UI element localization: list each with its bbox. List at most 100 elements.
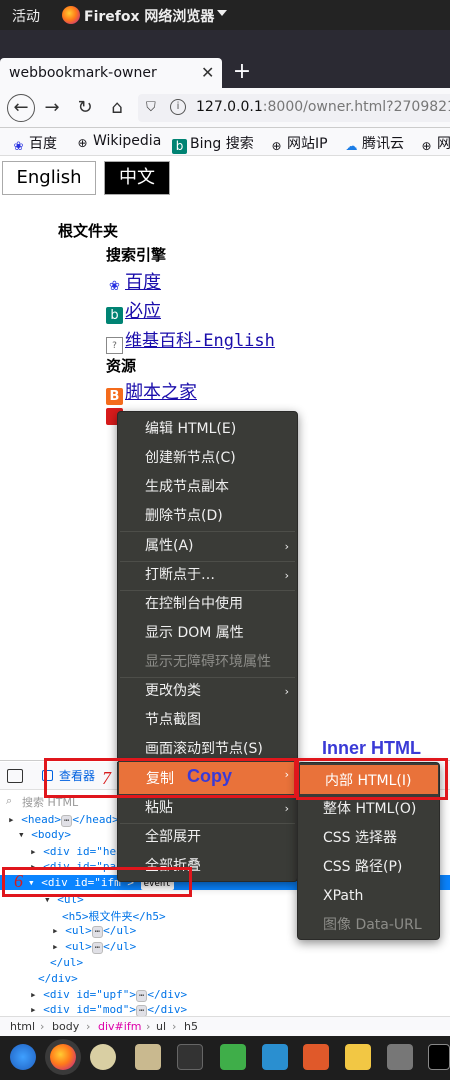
- system-monitor-icon[interactable]: [177, 1044, 203, 1070]
- reload-icon[interactable]: ↻: [74, 97, 96, 119]
- url-text[interactable]: 127.0.0.1:8000/owner.html?2709821b: [196, 99, 450, 115]
- new-tab-button[interactable]: +: [229, 58, 255, 86]
- chevron-right-icon: ›: [284, 685, 289, 698]
- bookmark-site-ip[interactable]: ⊕ 网站IP: [269, 133, 327, 154]
- tab-webbookmark-owner[interactable]: webbookmark-owner ✕: [0, 58, 222, 88]
- menu-item-image-data-url: 图像 Data-URL: [323, 917, 422, 933]
- activities-button[interactable]: 活动: [12, 6, 40, 26]
- menu-item-css-path[interactable]: CSS 路径(P): [298, 853, 439, 882]
- paw-icon: ❀: [109, 279, 120, 294]
- menu-item-paste[interactable]: 粘贴 ›: [118, 794, 297, 823]
- taskbar: [0, 1036, 450, 1080]
- chevron-right-icon: ›: [284, 569, 289, 582]
- menu-item-duplicate-node[interactable]: 生成节点副本: [118, 473, 297, 502]
- context-menu: 编辑 HTML(E) 创建新节点(C) 生成节点副本 删除节点(D) 属性(A)…: [117, 411, 298, 763]
- firefox-icon[interactable]: [50, 1044, 76, 1070]
- forward-arrow-icon[interactable]: →: [41, 97, 63, 119]
- bookmark-baidu[interactable]: ❀ 百度: [11, 133, 57, 154]
- chevron-right-icon: ›: [284, 802, 289, 815]
- menu-item-css-selector[interactable]: CSS 选择器: [298, 824, 439, 853]
- url-bar[interactable]: ⛉ i 127.0.0.1:8000/owner.html?2709821b: [138, 94, 450, 122]
- globe-icon: ⊕: [77, 136, 88, 150]
- search-group-heading: 搜索引擎: [106, 246, 167, 264]
- node-head[interactable]: ▸ <head> ⋯ </head>: [8, 813, 119, 827]
- node-div-upf[interactable]: ▸ <div id="upf"> ⋯ </div>: [30, 988, 187, 1002]
- bing-icon: b: [106, 307, 123, 324]
- highlight-selected-node-box: [2, 867, 192, 897]
- window-titlebar: [0, 30, 450, 58]
- globe-icon: ⊕: [421, 139, 432, 153]
- menu-item-xpath[interactable]: XPath: [298, 882, 439, 911]
- menu-item-delete-node[interactable]: 删除节点(D): [118, 502, 297, 531]
- camera-icon[interactable]: [387, 1044, 413, 1070]
- root-folder-heading: 根文件夹: [58, 222, 119, 240]
- menu-item-show-accessibility: 显示无障碍环境属性: [145, 654, 271, 670]
- bookmarks-toolbar: ❀ 百度 ⊕ Wikipedia b Bing 搜索 ⊕ 网站IP ☁ 腾讯云 ⊕ 网: [0, 128, 450, 156]
- menu-item-screenshot-node[interactable]: 节点截图: [118, 706, 297, 735]
- shield-icon[interactable]: ⛉: [146, 100, 156, 115]
- breadcrumb-body[interactable]: body: [52, 1020, 79, 1033]
- menu-item-edit-html[interactable]: 编辑 HTML(E): [118, 415, 297, 444]
- firefox-icon: [62, 6, 80, 24]
- paw-icon: ❀: [13, 139, 24, 153]
- owl-icon[interactable]: [90, 1044, 116, 1070]
- resources-group-heading: 资源: [106, 357, 137, 375]
- menu-item-attributes[interactable]: 属性(A) ›: [118, 532, 297, 561]
- bing-icon: b: [172, 139, 187, 154]
- chevron-right-icon: ›: [284, 540, 289, 553]
- node-h5[interactable]: <h5>根文件夹</h5>: [62, 908, 166, 924]
- text-editor-icon[interactable]: [345, 1044, 371, 1070]
- close-icon[interactable]: ✕: [201, 63, 214, 82]
- home-icon[interactable]: ⌂: [106, 97, 128, 119]
- link-jb51[interactable]: B 脚本之家: [106, 378, 197, 405]
- bookmark-more[interactable]: ⊕ 网: [419, 133, 450, 154]
- tab-title: webbookmark-owner: [9, 65, 157, 81]
- info-icon[interactable]: i: [170, 99, 186, 115]
- system-top-bar: 活动 Firefox 网络浏览器: [0, 0, 450, 30]
- highlight-copy-box: [44, 758, 297, 798]
- presentation-icon[interactable]: [303, 1044, 329, 1070]
- breadcrumb-h5[interactable]: h5: [184, 1020, 198, 1033]
- globe-icon: ⊕: [271, 139, 282, 153]
- bookmark-tencent-cloud[interactable]: ☁ 腾讯云: [344, 133, 405, 154]
- menu-item-expand-all[interactable]: 全部展开: [118, 823, 297, 852]
- cloud-icon: ☁: [345, 139, 358, 153]
- document-viewer-icon[interactable]: [262, 1044, 288, 1070]
- ubuntu-icon[interactable]: [10, 1044, 36, 1070]
- bookmark-wikipedia[interactable]: ⊕ Wikipedia: [75, 133, 161, 151]
- breadcrumb: html › body › div#ifm › ul › h5: [0, 1016, 450, 1036]
- link-baidu[interactable]: ❀ 百度: [106, 268, 161, 295]
- menu-item-use-in-console[interactable]: 在控制台中使用: [118, 590, 297, 619]
- broken-image-icon: ?: [106, 337, 123, 354]
- node-ul-2[interactable]: ▸ <ul> ⋯ </ul>: [52, 924, 136, 938]
- element-picker-icon[interactable]: [7, 769, 23, 783]
- highlight-inner-html-box: [296, 758, 448, 800]
- node-ul-close: </ul>: [50, 956, 84, 969]
- node-div-mod[interactable]: ▸ <div id="mod"> ⋯ </div>: [30, 1003, 187, 1017]
- link-bing[interactable]: b 必应: [106, 297, 161, 324]
- node-div-close: </div>: [38, 972, 78, 985]
- archive-icon[interactable]: [135, 1044, 161, 1070]
- link-wikipedia-english[interactable]: ? 维基百科-English: [106, 326, 275, 354]
- breadcrumb-ul[interactable]: ul: [156, 1020, 166, 1033]
- menu-item-change-pseudo-class[interactable]: 更改伪类 ›: [118, 677, 297, 706]
- bookmark-bing[interactable]: b Bing 搜索: [172, 133, 254, 154]
- jb51-icon: B: [106, 388, 123, 405]
- chevron-down-icon[interactable]: [217, 10, 227, 16]
- navigation-bar: ← → ↻ ⌂ ⛉ i 127.0.0.1:8000/owner.html?27…: [0, 88, 450, 128]
- breadcrumb-html[interactable]: html: [10, 1020, 35, 1033]
- spreadsheet-icon[interactable]: [220, 1044, 246, 1070]
- menu-item-show-dom-properties[interactable]: 显示 DOM 属性: [118, 619, 297, 648]
- node-ul-3[interactable]: ▸ <ul> ⋯ </ul>: [52, 940, 136, 954]
- annotation-inner-html: Inner HTML: [322, 738, 421, 758]
- back-arrow-icon[interactable]: ←: [7, 94, 35, 122]
- app-menu-label[interactable]: Firefox 网络浏览器: [84, 6, 214, 26]
- node-div-hea[interactable]: ▸ <div id="hea: [30, 845, 123, 858]
- menu-item-break-on[interactable]: 打断点于… ›: [118, 561, 297, 590]
- breadcrumb-div-ifm[interactable]: div#ifm: [98, 1020, 141, 1033]
- node-body[interactable]: ▾ <body>: [18, 828, 71, 841]
- terminal-icon[interactable]: [428, 1044, 450, 1070]
- chinese-button[interactable]: 中文: [104, 161, 170, 195]
- menu-item-create-node[interactable]: 创建新节点(C): [118, 444, 297, 473]
- english-button[interactable]: English: [2, 161, 96, 195]
